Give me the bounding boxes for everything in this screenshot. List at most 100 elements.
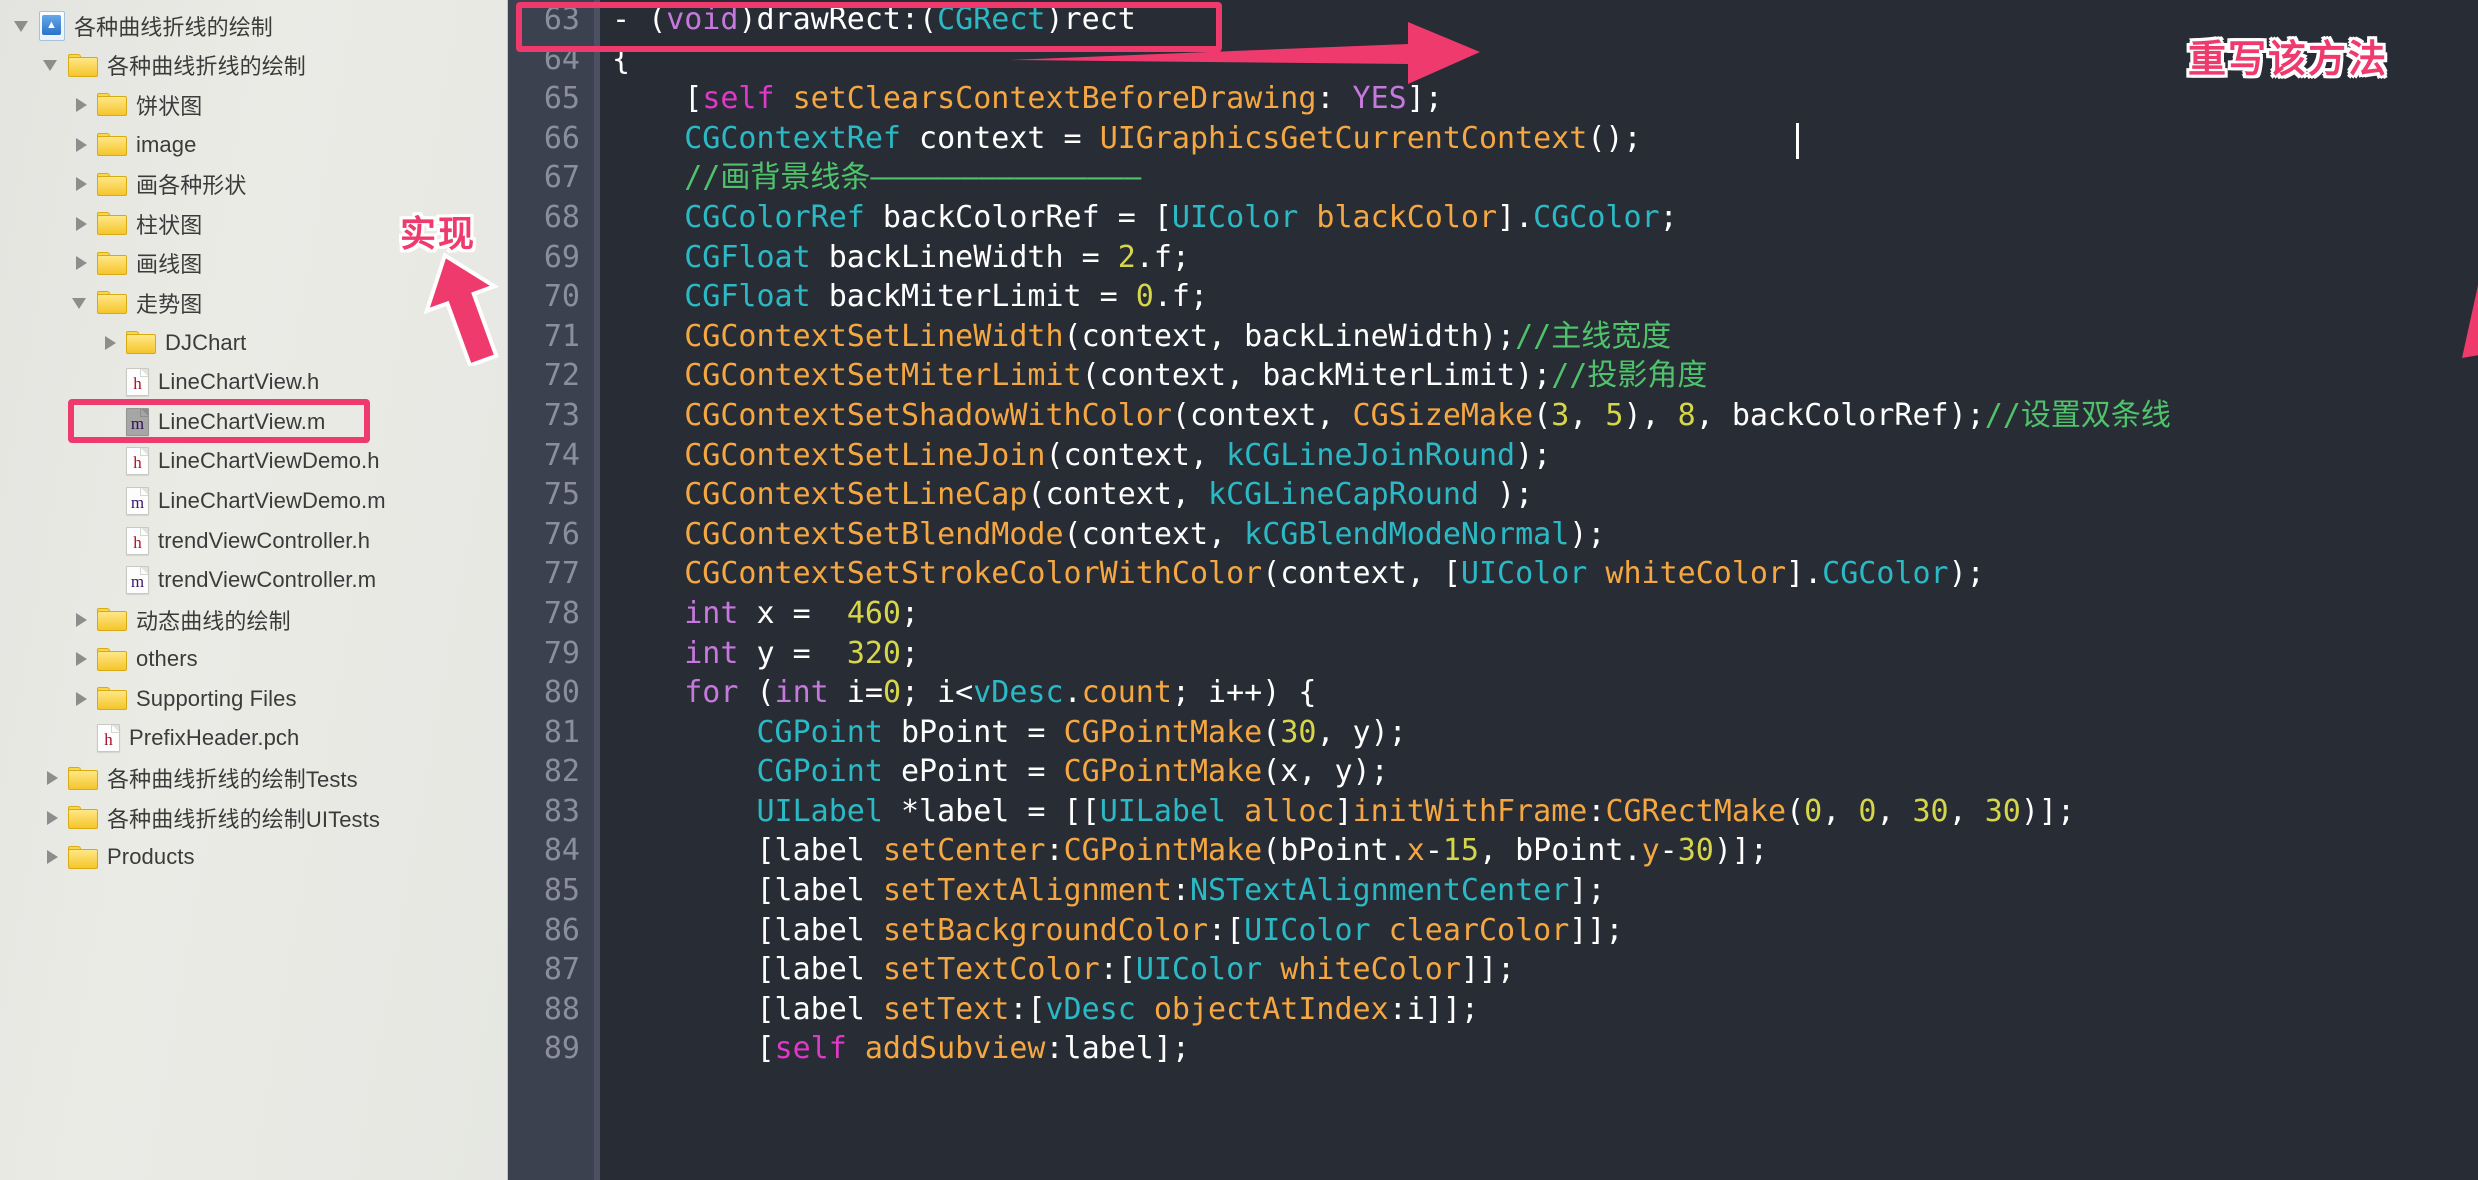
navigator-row[interactable]: m LineChartViewDemo.m bbox=[0, 481, 508, 521]
disclosure-triangle-icon[interactable] bbox=[70, 688, 92, 710]
project-navigator-list[interactable]: ▲ 各种曲线折线的绘制 各种曲线折线的绘制 饼状图 image 画各种形状 柱状图 画线图 走势… bbox=[0, 6, 508, 877]
navigator-row[interactable]: m LineChartView.m bbox=[0, 402, 508, 442]
code-line[interactable]: [self setClearsContextBeforeDrawing: YES… bbox=[612, 79, 2478, 119]
disclosure-triangle-icon[interactable] bbox=[12, 15, 34, 37]
code-line[interactable]: int y = 320; bbox=[612, 634, 2478, 674]
code-token: , y); bbox=[1316, 714, 1407, 750]
code-token: .f; bbox=[1135, 239, 1190, 275]
code-line[interactable]: CGContextSetLineWidth(context, backLineW… bbox=[612, 317, 2478, 357]
project-navigator[interactable]: ▲ 各种曲线折线的绘制 各种曲线折线的绘制 饼状图 image 画各种形状 柱状图 画线图 走势… bbox=[0, 0, 508, 1180]
line-number: 67 bbox=[543, 160, 580, 196]
code-line[interactable]: [label setTextColor:[UIColor whiteColor]… bbox=[612, 950, 2478, 990]
code-token: UIGraphicsGetCurrentContext bbox=[1099, 120, 1588, 156]
code-token: backMiterLimit = bbox=[810, 279, 1136, 315]
navigator-row[interactable]: image bbox=[0, 125, 508, 165]
header-file-icon: h bbox=[126, 447, 149, 476]
code-token: NSTextAlignmentCenter bbox=[1189, 873, 1570, 909]
code-token: 30 bbox=[1984, 793, 2021, 829]
code-line[interactable]: CGContextSetStrokeColorWithColor(context… bbox=[612, 554, 2478, 594]
navigator-row[interactable]: h LineChartViewDemo.h bbox=[0, 442, 508, 482]
folder-icon bbox=[97, 291, 127, 315]
code-token: CGContextSetLineCap bbox=[684, 477, 1028, 513]
disclosure-triangle-icon[interactable] bbox=[41, 767, 63, 789]
code-line[interactable]: CGFloat backMiterLimit = 0.f; bbox=[612, 277, 2478, 317]
navigator-row-label: image bbox=[136, 131, 197, 157]
code-token: , bbox=[1569, 397, 1606, 433]
disclosure-triangle-icon[interactable] bbox=[70, 94, 92, 116]
line-number: 63 bbox=[543, 2, 580, 37]
disclosure-triangle-icon[interactable] bbox=[70, 173, 92, 195]
source-code-area[interactable]: - (void)drawRect:(CGRect)rect{ [self set… bbox=[594, 0, 2478, 1180]
disclosure-triangle-icon[interactable] bbox=[70, 609, 92, 631]
navigator-row[interactable]: 各种曲线折线的绘制Tests bbox=[0, 758, 508, 798]
navigator-row[interactable]: h trendViewController.h bbox=[0, 521, 508, 561]
disclosure-triangle-icon[interactable] bbox=[41, 846, 63, 868]
navigator-row[interactable]: others bbox=[0, 640, 508, 680]
code-line[interactable]: CGContextSetBlendMode(context, kCGBlendM… bbox=[612, 515, 2478, 555]
code-line[interactable]: CGColorRef backColorRef = [UIColor black… bbox=[612, 198, 2478, 238]
code-line[interactable]: CGContextSetMiterLimit(context, backMite… bbox=[612, 356, 2478, 396]
code-token: self bbox=[702, 81, 775, 117]
code-line[interactable]: for (int i=0; i<vDesc.count; i++) { bbox=[612, 673, 2478, 713]
code-line[interactable]: CGContextSetShadowWithColor(context, CGS… bbox=[612, 396, 2478, 436]
code-token: CGColor bbox=[1533, 199, 1660, 235]
disclosure-triangle-icon[interactable] bbox=[70, 134, 92, 156]
navigator-row-label: LineChartViewDemo.m bbox=[158, 487, 386, 513]
code-line[interactable]: int x = 460; bbox=[612, 594, 2478, 634]
code-line[interactable]: CGPoint bPoint = CGPointMake(30, y); bbox=[612, 713, 2478, 753]
code-line[interactable]: [label setText:[vDesc objectAtIndex:i]]; bbox=[612, 990, 2478, 1030]
code-token: [label bbox=[612, 912, 883, 948]
code-token: ( bbox=[1533, 397, 1552, 433]
navigator-row[interactable]: DJChart bbox=[0, 323, 508, 363]
disclosure-triangle-icon[interactable] bbox=[70, 648, 92, 670]
disclosure-triangle-icon[interactable] bbox=[41, 807, 63, 829]
code-line[interactable]: UILabel *label = [[UILabel alloc]initWit… bbox=[612, 792, 2478, 832]
navigator-row[interactable]: h PrefixHeader.pch bbox=[0, 719, 508, 759]
navigator-row[interactable]: Supporting Files bbox=[0, 679, 508, 719]
disclosure-triangle-icon[interactable] bbox=[70, 252, 92, 274]
code-token: 5 bbox=[1605, 397, 1624, 433]
disclosure-triangle-icon[interactable] bbox=[41, 54, 63, 76]
navigator-row[interactable]: m trendViewController.m bbox=[0, 560, 508, 600]
navigator-row-label: 各种曲线折线的绘制UITests bbox=[107, 806, 380, 832]
code-token: kCGLineJoinRound bbox=[1226, 437, 1516, 473]
folder-icon bbox=[68, 53, 98, 77]
disclosure-triangle-icon[interactable] bbox=[70, 213, 92, 235]
code-line[interactable]: [label setTextAlignment:NSTextAlignmentC… bbox=[612, 871, 2478, 911]
line-number: 83 bbox=[543, 793, 580, 829]
navigator-row[interactable]: 动态曲线的绘制 bbox=[0, 600, 508, 640]
code-line[interactable]: CGContextRef context = UIGraphicsGetCurr… bbox=[612, 119, 2478, 159]
code-token: ); bbox=[1569, 516, 1606, 552]
code-line[interactable]: CGFloat backLineWidth = 2.f; bbox=[612, 238, 2478, 278]
code-line[interactable]: //画背景线条——————————————— bbox=[612, 158, 2478, 198]
navigator-row[interactable]: 各种曲线折线的绘制 bbox=[0, 46, 508, 86]
header-file-icon: h bbox=[126, 368, 149, 397]
line-number: 65 bbox=[543, 81, 580, 117]
navigator-row[interactable]: ▲ 各种曲线折线的绘制 bbox=[0, 6, 508, 46]
navigator-row[interactable]: h LineChartView.h bbox=[0, 362, 508, 402]
code-line[interactable]: [self addSubview:label]; bbox=[612, 1029, 2478, 1069]
code-line[interactable]: [label setBackgroundColor:[UIColor clear… bbox=[612, 911, 2478, 951]
source-file-icon: m bbox=[126, 486, 149, 515]
code-editor[interactable]: 63 64 65 66 67 68 69 70 71 72 73 74 75 76 77 78 79 80 81 82… bbox=[508, 0, 2478, 1180]
navigator-row[interactable]: 各种曲线折线的绘制UITests bbox=[0, 798, 508, 838]
code-line[interactable]: CGContextSetLineCap(context, kCGLineCapR… bbox=[612, 475, 2478, 515]
disclosure-triangle-icon[interactable] bbox=[99, 332, 121, 354]
code-line[interactable]: CGPoint ePoint = CGPointMake(x, y); bbox=[612, 752, 2478, 792]
navigator-row[interactable]: 饼状图 bbox=[0, 85, 508, 125]
code-token: ]; bbox=[1406, 81, 1443, 117]
line-number: 66 bbox=[543, 120, 580, 156]
code-token: backLineWidth = bbox=[810, 239, 1118, 275]
navigator-row[interactable]: 走势图 bbox=[0, 283, 508, 323]
code-token: ] bbox=[1334, 793, 1353, 829]
code-line[interactable]: CGContextSetLineJoin(context, kCGLineJoi… bbox=[612, 436, 2478, 476]
navigator-row[interactable]: Products bbox=[0, 837, 508, 877]
disclosure-triangle-icon[interactable] bbox=[70, 292, 92, 314]
navigator-row[interactable]: 画各种形状 bbox=[0, 164, 508, 204]
code-line[interactable]: [label setCenter:CGPointMake(bPoint.x-15… bbox=[612, 831, 2478, 871]
code-token: blackColor bbox=[1298, 199, 1498, 235]
